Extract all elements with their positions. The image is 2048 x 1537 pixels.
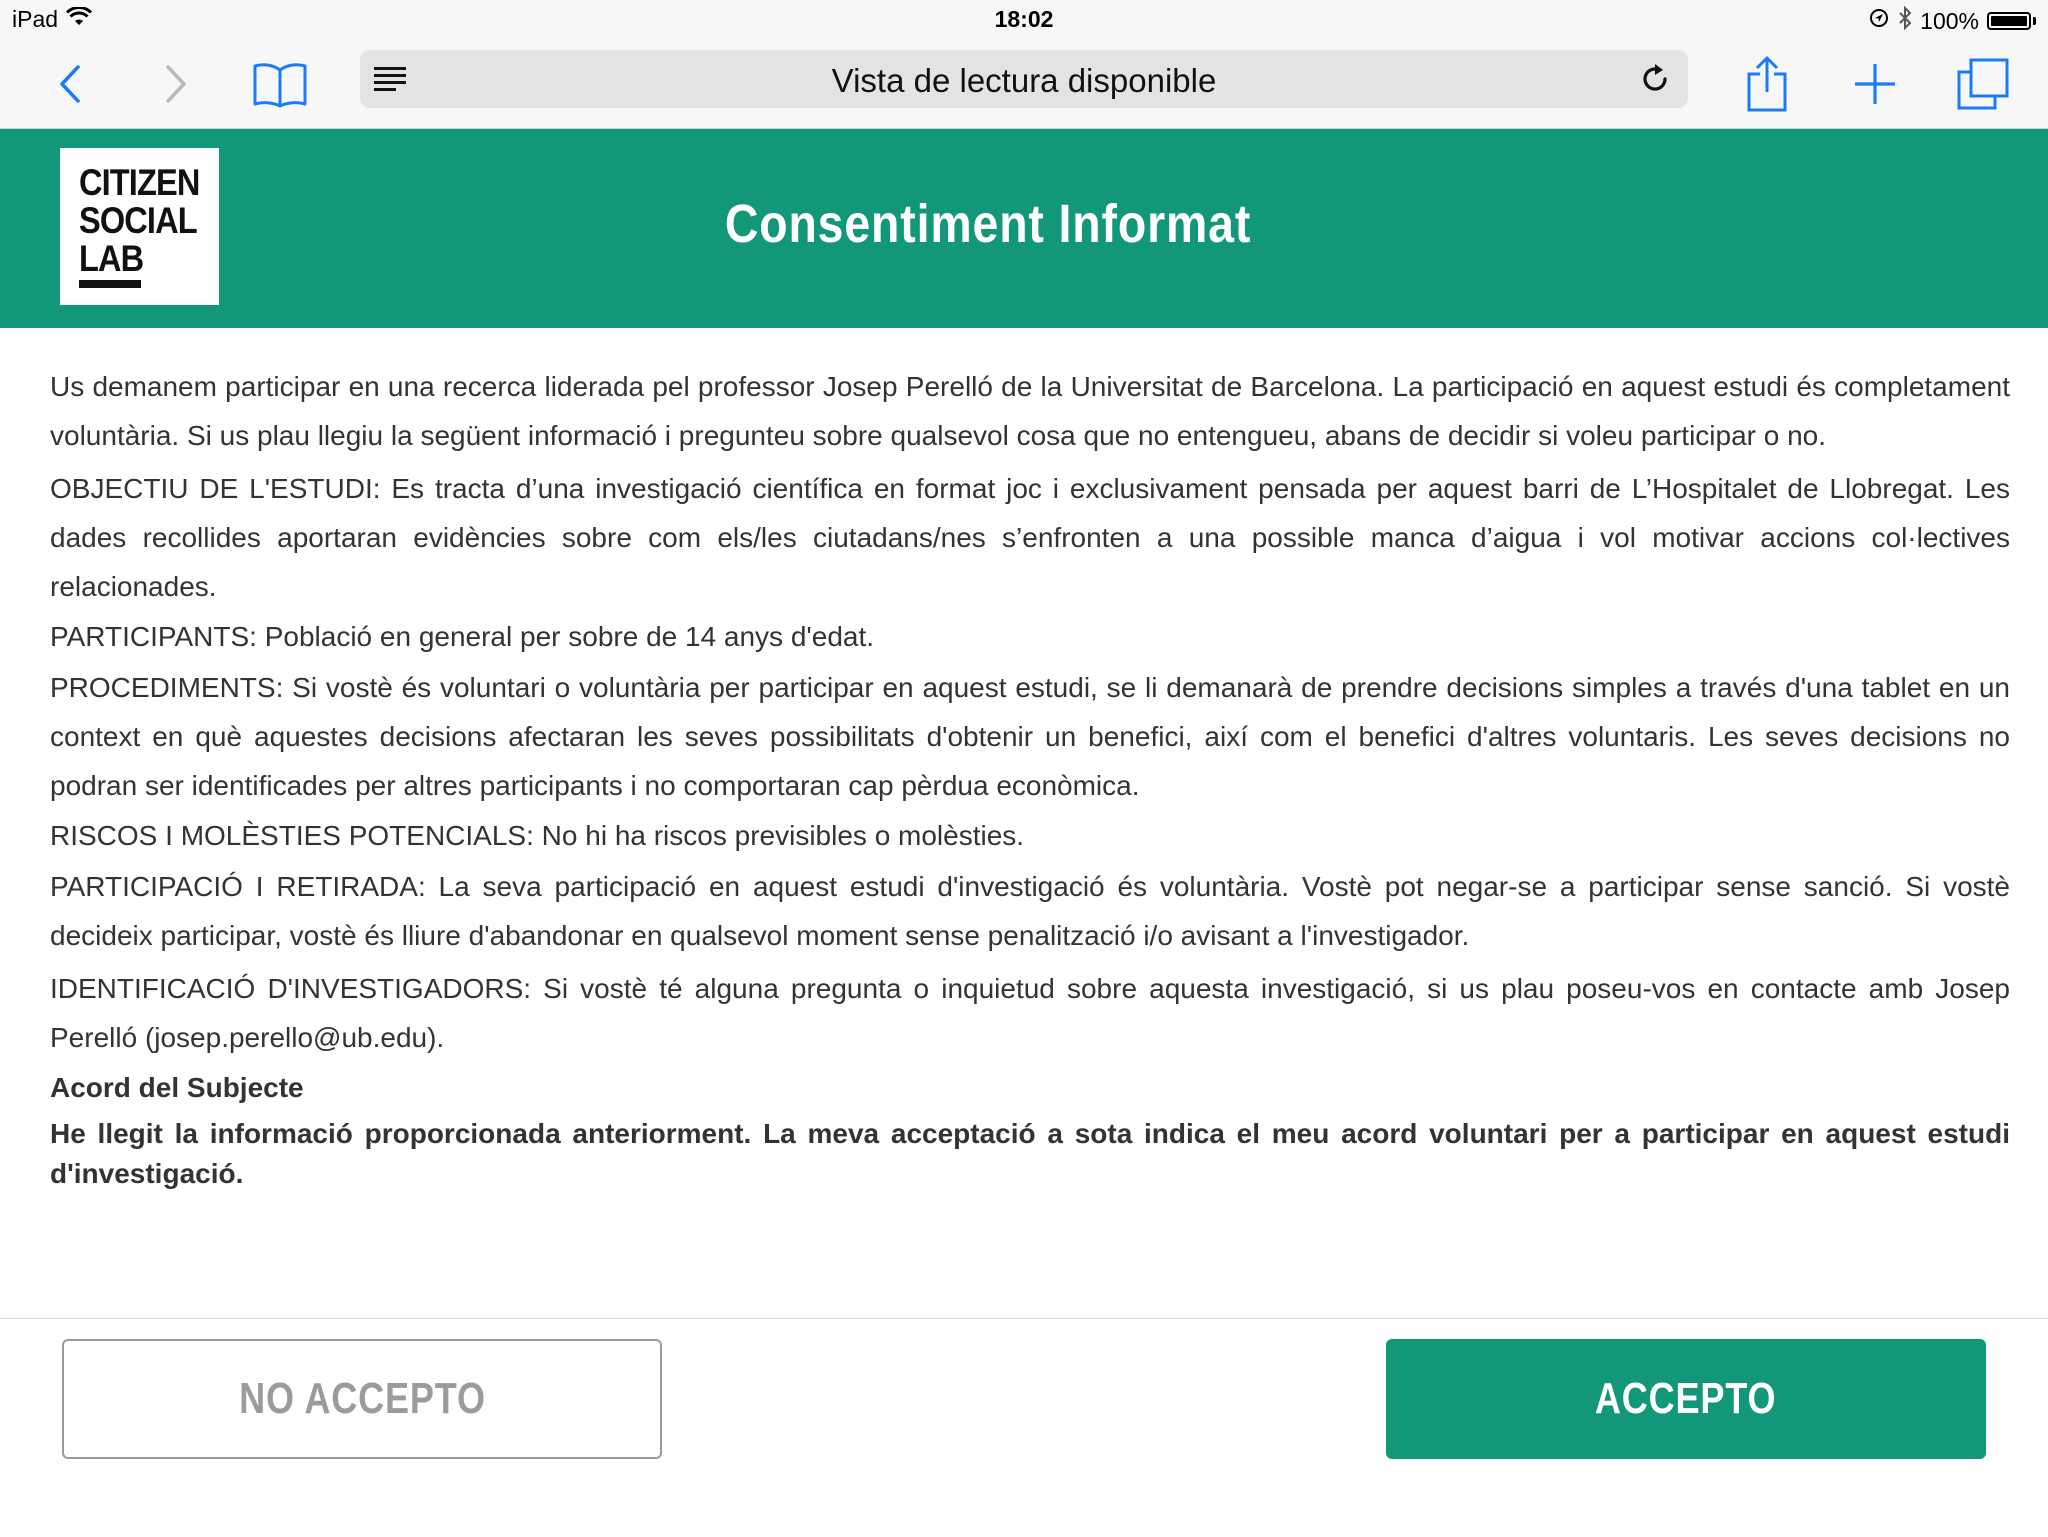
reload-icon[interactable] [1638, 62, 1672, 101]
back-icon[interactable] [40, 54, 100, 114]
participacio-paragraph: PARTICIPACIÓ I RETIRADA: La seva partici… [50, 871, 2010, 951]
status-time: 18:02 [994, 6, 1054, 32]
intro-paragraph: Us demanem participar en una recerca lid… [50, 371, 2010, 451]
participants-paragraph: PARTICIPANTS: Població en general per so… [50, 621, 875, 652]
forward-icon[interactable] [146, 54, 206, 114]
battery-percent: 100% [1920, 7, 1979, 34]
app-header: CITIZEN SOCIAL LAB Consentiment Informat [0, 129, 2048, 328]
identificacio-paragraph: IDENTIFICACIÓ D'INVESTIGADORS: Si vostè … [50, 973, 2010, 1053]
page-title: Consentiment Informat [724, 194, 1252, 254]
acord-text: He llegit la informació proporcionada an… [50, 1118, 2010, 1189]
bluetooth-icon [1898, 5, 1912, 36]
battery-icon [1987, 12, 2031, 30]
no-accepto-button[interactable]: NO ACCEPTO [62, 1339, 662, 1459]
no-accepto-label: NO ACCEPTO [238, 1374, 486, 1423]
new-tab-icon[interactable] [1845, 54, 1905, 114]
location-icon [1868, 7, 1890, 35]
address-bar[interactable]: Vista de lectura disponible [360, 50, 1688, 108]
acord-title: Acord del Subjecte [50, 1072, 304, 1103]
accepto-button[interactable]: ACCEPTO [1386, 1339, 1986, 1459]
tabs-icon[interactable] [1953, 54, 2013, 114]
procediments-paragraph: PROCEDIMENTS: Si vostè és voluntari o vo… [50, 672, 2010, 801]
riscos-paragraph: RISCOS I MOLÈSTIES POTENCIALS: No hi ha … [50, 820, 1025, 851]
logo-underline [79, 280, 141, 288]
browser-toolbar: Vista de lectura disponible [0, 40, 2048, 129]
battery-tip [2033, 17, 2036, 25]
address-text: Vista de lectura disponible [831, 62, 1217, 99]
footer: NO ACCEPTO ACCEPTO [0, 1318, 2048, 1537]
share-icon[interactable] [1737, 54, 1797, 114]
accepto-label: ACCEPTO [1595, 1374, 1777, 1423]
status-right: 100% [1868, 5, 2036, 36]
bookmarks-icon[interactable] [250, 54, 310, 114]
objectiu-paragraph: OBJECTIU DE L'ESTUDI: Es tracta d’una in… [50, 473, 2010, 602]
status-bar: iPad 18:02 100% [0, 0, 2048, 40]
consent-text: Us demanem participar en una recerca lid… [50, 362, 2010, 1198]
